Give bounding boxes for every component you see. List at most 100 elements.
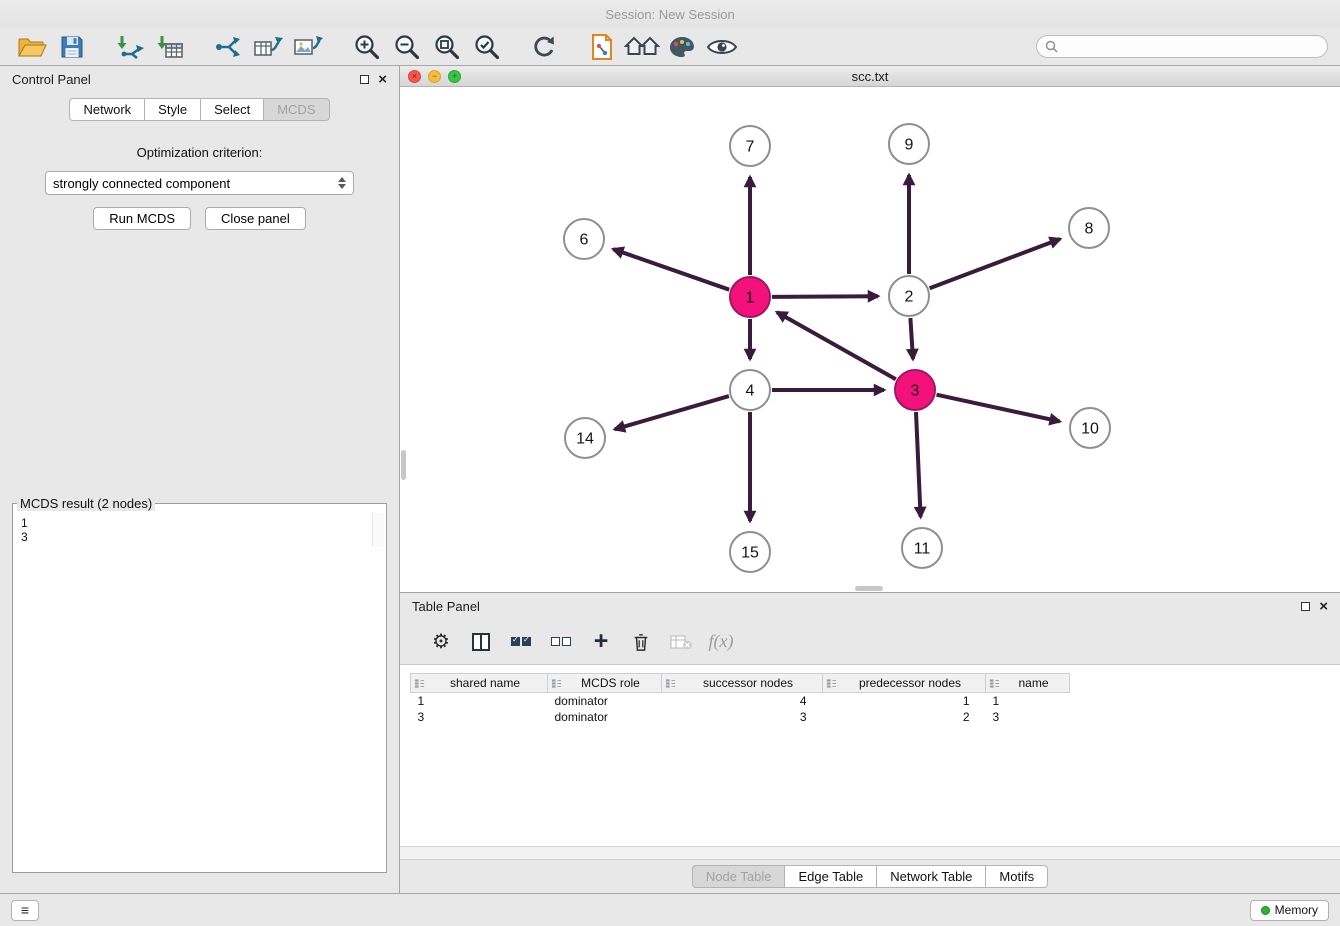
close-window-button[interactable]: ×: [408, 70, 421, 83]
apply-layout-button[interactable]: [524, 30, 564, 64]
tab-style[interactable]: Style: [144, 98, 200, 121]
edge-2-8[interactable]: [930, 239, 1060, 288]
criterion-dropdown[interactable]: strongly connected component: [45, 171, 354, 195]
cell-shared-name[interactable]: 3: [411, 709, 548, 725]
cell-mcds-role[interactable]: dominator: [548, 709, 662, 725]
import-network-button[interactable]: [110, 30, 150, 64]
run-mcds-button[interactable]: Run MCDS: [93, 207, 191, 230]
style-panel-button[interactable]: [662, 30, 702, 64]
cell-name[interactable]: 3: [986, 709, 1070, 725]
node-label-7: 7: [746, 139, 755, 156]
create-column-button[interactable]: +: [584, 626, 618, 658]
node-label-8: 8: [1085, 221, 1094, 238]
memory-button[interactable]: Memory: [1250, 900, 1329, 921]
close-control-panel-icon[interactable]: ×: [378, 72, 387, 87]
cell-predecessor-nodes[interactable]: 1: [823, 693, 986, 709]
control-panel-tabs: Network Style Select MCDS: [0, 98, 399, 121]
select-all-columns-button[interactable]: [504, 626, 538, 658]
edge-3-1[interactable]: [777, 312, 896, 379]
cell-mcds-role[interactable]: dominator: [548, 693, 662, 709]
close-table-panel-icon[interactable]: ×: [1319, 599, 1328, 614]
control-panel-title: Control Panel: [12, 72, 91, 87]
dropdown-stepper-icon: [338, 177, 346, 189]
table-row[interactable]: 1 dominator 4 1 1: [411, 693, 1070, 709]
tab-mcds[interactable]: MCDS: [263, 98, 329, 121]
float-control-panel-icon[interactable]: [360, 75, 369, 84]
edge-1-6[interactable]: [613, 249, 729, 290]
network-window-titlebar[interactable]: × − + scc.txt: [400, 66, 1340, 87]
save-session-button[interactable]: [52, 30, 92, 64]
zoom-out-icon: [393, 33, 420, 60]
tab-network[interactable]: Network: [69, 98, 144, 121]
delete-table-button: [664, 626, 698, 658]
maximize-window-button[interactable]: +: [448, 70, 461, 83]
close-panel-button[interactable]: Close panel: [205, 207, 306, 230]
open-network-file-button[interactable]: [582, 30, 622, 64]
network-canvas[interactable]: 7968124310141511: [400, 87, 1340, 592]
network-vertical-scrollbar[interactable]: [401, 450, 406, 480]
search-input[interactable]: [1063, 40, 1319, 54]
title-bar[interactable]: Session: New Session: [0, 0, 1340, 28]
edge-3-10[interactable]: [937, 395, 1060, 422]
edge-3-11[interactable]: [916, 412, 921, 517]
tab-edge-table[interactable]: Edge Table: [784, 865, 876, 888]
unselect-all-columns-button[interactable]: [544, 626, 578, 658]
mcds-buttons: Run MCDS Close panel: [0, 207, 399, 230]
minimize-window-button[interactable]: −: [428, 70, 441, 83]
column-header-name[interactable]: name: [986, 674, 1070, 693]
tab-select[interactable]: Select: [200, 98, 263, 121]
cell-successor-nodes[interactable]: 4: [662, 693, 823, 709]
zoom-in-button[interactable]: [346, 30, 386, 64]
network-graph: 7968124310141511: [400, 87, 1340, 592]
node-label-15: 15: [741, 545, 759, 562]
table-panel: Table Panel × ⚙ +: [400, 593, 1340, 893]
control-panel: Control Panel × Network Style Select MCD…: [0, 66, 400, 893]
clone-network-button[interactable]: [248, 30, 288, 64]
mcds-result-list[interactable]: 1 3: [15, 513, 384, 547]
criterion-selected-value: strongly connected component: [53, 176, 230, 191]
edge-4-14[interactable]: [615, 396, 729, 429]
delete-column-button[interactable]: [624, 626, 658, 658]
result-scrollbar[interactable]: [372, 513, 384, 547]
table-settings-button[interactable]: ⚙: [424, 626, 458, 658]
zoom-selected-icon: [473, 33, 500, 60]
trash-icon: [632, 631, 650, 653]
zoom-selected-button[interactable]: [466, 30, 506, 64]
table-horizontal-scrollbar[interactable]: [400, 846, 1340, 860]
export-image-button[interactable]: [288, 30, 328, 64]
float-table-panel-icon[interactable]: [1301, 602, 1310, 611]
tab-network-table[interactable]: Network Table: [876, 865, 985, 888]
cell-successor-nodes[interactable]: 3: [662, 709, 823, 725]
network-horizontal-scrollbar[interactable]: [855, 586, 883, 591]
edge-1-2[interactable]: [772, 296, 878, 297]
save-floppy-icon: [59, 34, 85, 60]
column-header-successor-nodes[interactable]: successor nodes: [662, 674, 823, 693]
edge-2-3[interactable]: [910, 318, 913, 359]
task-history-button[interactable]: ≡: [11, 900, 39, 921]
import-table-button[interactable]: [150, 30, 190, 64]
open-session-button[interactable]: [12, 30, 52, 64]
cell-name[interactable]: 1: [986, 693, 1070, 709]
table-row[interactable]: 3 dominator 3 2 3: [411, 709, 1070, 725]
column-type-icon: [551, 678, 562, 692]
zoom-fit-button[interactable]: [426, 30, 466, 64]
table-tabs: Node Table Edge Table Network Table Moti…: [400, 860, 1340, 893]
column-type-icon: [414, 678, 425, 692]
show-columns-button[interactable]: [464, 626, 498, 658]
column-header-predecessor-nodes[interactable]: predecessor nodes: [823, 674, 986, 693]
zoom-out-button[interactable]: [386, 30, 426, 64]
import-table-icon: [155, 34, 185, 60]
homes-icon: [624, 34, 660, 60]
cell-predecessor-nodes[interactable]: 2: [823, 709, 986, 725]
column-header-mcds-role[interactable]: MCDS role: [548, 674, 662, 693]
new-network-button[interactable]: [208, 30, 248, 64]
tab-motifs[interactable]: Motifs: [985, 865, 1048, 888]
tab-node-table[interactable]: Node Table: [692, 865, 785, 888]
show-hide-button[interactable]: [702, 30, 742, 64]
search-field[interactable]: [1036, 35, 1328, 58]
cell-shared-name[interactable]: 1: [411, 693, 548, 709]
networks-overview-button[interactable]: [622, 30, 662, 64]
column-type-icon: [826, 678, 837, 692]
column-header-shared-name[interactable]: shared name: [411, 674, 548, 693]
table-toolbar: ⚙ + f(x): [400, 619, 1340, 664]
